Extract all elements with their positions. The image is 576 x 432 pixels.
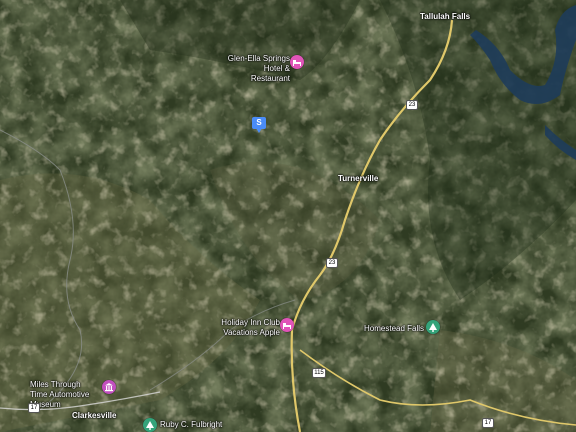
poi-marker-glen-ella[interactable]: [290, 55, 304, 69]
pin-tip: [256, 128, 262, 133]
poi-label-ruby-fulbright[interactable]: Ruby C. Fulbright: [160, 420, 222, 430]
route-shield-us23-north: 23: [406, 100, 418, 110]
satellite-map[interactable]: Tallulah Falls Turnerville Clarkesville …: [0, 0, 576, 432]
poi-label-miles-through-time[interactable]: Miles Through Time Automotive Museum: [30, 380, 100, 410]
museum-icon: [105, 383, 113, 392]
tree-icon: [146, 421, 154, 430]
place-label-clarkesville[interactable]: Clarkesville: [72, 411, 116, 421]
tree-icon: [429, 323, 437, 332]
map-pin-icon[interactable]: S: [252, 117, 266, 135]
route-shield-ga17: 17: [28, 403, 40, 413]
poi-marker-homestead-falls[interactable]: [426, 320, 440, 334]
place-label-tallulah-falls[interactable]: Tallulah Falls: [420, 12, 470, 22]
poi-marker-holiday-inn[interactable]: [280, 318, 294, 332]
route-shield-ga17-east: 17: [482, 418, 494, 428]
route-shield-us23-mid: 23: [326, 258, 338, 268]
bed-icon: [293, 60, 301, 66]
route-shield-ga115: 115: [312, 368, 326, 378]
poi-label-glen-ella[interactable]: Glen-Ella Springs Hotel & Restaurant: [224, 54, 290, 84]
place-label-turnerville[interactable]: Turnerville: [338, 174, 378, 184]
poi-marker-miles-through-time[interactable]: [102, 380, 116, 394]
poi-label-homestead-falls[interactable]: Homestead Falls: [364, 324, 424, 334]
poi-marker-ruby-fulbright[interactable]: [143, 418, 157, 432]
poi-label-holiday-inn[interactable]: Holiday Inn Club Vacations Apple: [216, 318, 280, 338]
bed-icon: [283, 323, 291, 329]
